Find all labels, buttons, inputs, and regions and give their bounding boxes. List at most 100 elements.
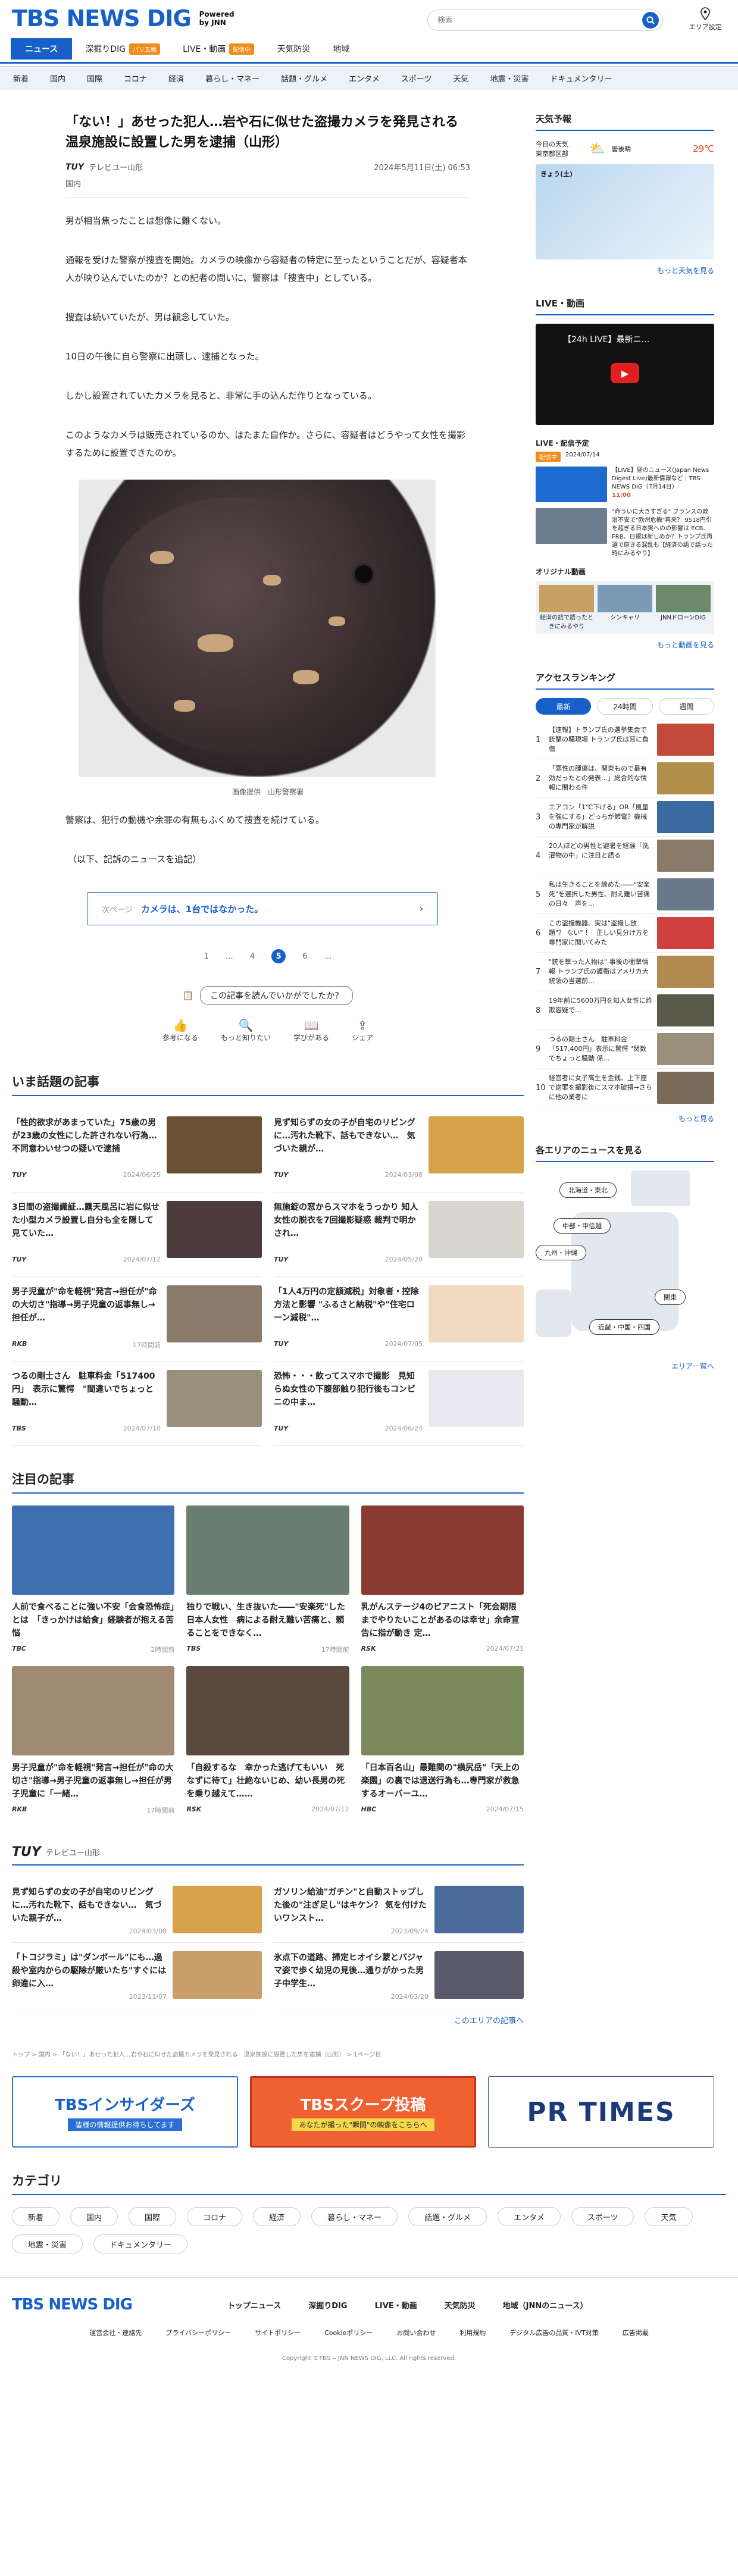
original-video[interactable]: シンキャリ — [598, 585, 652, 630]
footer-link[interactable]: 利用規約 — [459, 2328, 486, 2337]
category-chip[interactable]: エンタメ — [498, 2207, 561, 2226]
tab-weather[interactable]: 天気防災 — [267, 38, 320, 60]
region-button[interactable]: 北海道・東北 — [559, 1182, 617, 1198]
page-link[interactable]: 1 — [204, 952, 209, 961]
ranking-item[interactable]: 2 「悪性の腫瘍は、関東もので最有効だったとの発表…」総合的な情報に関わる件 — [536, 759, 714, 798]
site-logo[interactable]: TBS NEWS DIG — [12, 5, 192, 32]
category-chip[interactable]: 新着 — [12, 2207, 60, 2226]
weather-more-link[interactable]: もっと天気を見る — [536, 265, 714, 276]
local-article-card[interactable]: ガソリン給油"ガチン"と自動ストップした後の"注ぎ足し"はキケン？ 気を付けたい… — [274, 1877, 524, 1943]
learned-button[interactable]: 📖 学びがある — [293, 1018, 329, 1043]
original-video[interactable]: JNNドローンDIG — [656, 585, 711, 630]
category-link[interactable]: 話題・グルメ — [281, 73, 327, 84]
footer-nav-link[interactable]: トップニュース — [227, 2299, 281, 2311]
want-more-button[interactable]: 🔍 もっと知りたい — [221, 1018, 271, 1043]
page-link[interactable]: 4 — [250, 952, 255, 961]
category-chip[interactable]: 国際 — [129, 2207, 177, 2226]
ranking-item[interactable]: 7 "銃を撃った人物は" 事後の衝撃情報 トランプ氏の護衛はアメリカ大統領の当選前… — [536, 953, 714, 991]
ranking-item[interactable]: 10 経営者に女子高生を金銭、上下座で謝罪を撮影後にスマホ破損→さらに他の業者に — [536, 1069, 714, 1107]
ranking-item[interactable]: 5 私は生きることを諦めた――"安楽死"を選択した男性、耐え難い苦痛の日々 声を… — [536, 875, 714, 914]
live-video-player[interactable]: 【24h LIVE】最新ニ… ▶ — [536, 324, 714, 425]
footer-nav-link[interactable]: LIVE・動画 — [375, 2299, 417, 2311]
region-button[interactable]: 九州・沖縄 — [536, 1245, 586, 1260]
insiders-banner[interactable]: TBSインサイダーズ 皆様の情報提供お待ちしてます — [12, 2076, 238, 2148]
ranking-item[interactable]: 4 20人ほどの男性と避暑を経験「洗濯物の中」に注目と語る — [536, 837, 714, 875]
search-button[interactable] — [642, 12, 659, 29]
notable-article-card[interactable]: 「日本百名山」最難関の"横尻岳"「天上の楽園」の裏では退送行為も…専門家が救急す… — [361, 1666, 524, 1815]
category-chip[interactable]: 国内 — [70, 2207, 118, 2226]
areas-more-link[interactable]: エリア一覧へ — [536, 1361, 714, 1371]
weather-map[interactable]: きょう(土) — [536, 164, 714, 259]
category-link[interactable]: 地震・災害 — [490, 73, 529, 84]
original-video[interactable]: 経済の詰で語ったときにみるやり — [539, 585, 594, 630]
category-link[interactable]: スポーツ — [401, 73, 432, 84]
footer-nav-link[interactable]: 地域（JNNのニュース） — [503, 2299, 588, 2311]
hot-article-card[interactable]: 「性的欲求があまっていた」75歳の男が23歳の女性にした許されない行為…不同意わ… — [12, 1108, 262, 1192]
notable-article-card[interactable]: 独りで戦い、生き抜いた――"安楽死"した日本人女性 病による耐え難い苦痛と、頼る… — [186, 1505, 349, 1654]
helpful-button[interactable]: 👍 参考になる — [162, 1018, 198, 1043]
notable-article-card[interactable]: 男子児童が"命を軽視"発言→担任が"命の大切さ"指導→男子児童の返事無し→担任が… — [12, 1666, 175, 1815]
hot-article-card[interactable]: 「1人4万円の定額減税」対象者・控除方法と影響 "ふるさと納税"や"住宅ローン減… — [274, 1277, 524, 1361]
category-chip[interactable]: 暮らし・マネー — [311, 2207, 398, 2226]
hot-article-card[interactable]: 恐怖・・・飲ってスマホで撮影 見知らぬ女性の下腹部触り犯行後もコンビニの中ま… T… — [274, 1361, 524, 1446]
category-link[interactable]: エンタメ — [349, 73, 380, 84]
category-link[interactable]: 経済 — [168, 73, 184, 84]
footer-link[interactable]: デジタル広告の品質・IVT対策 — [509, 2328, 598, 2337]
category-chip[interactable]: スポーツ — [571, 2207, 634, 2226]
ranking-item[interactable]: 6 この盗撮機器、実は"盗撮し放題"？ ない" ! 正しい見分け方を専門家に聞いて… — [536, 914, 714, 953]
hot-article-card[interactable]: 見ず知らずの女の子が自宅のリビングに…汚れた靴下、話もできない… 気づいた親が…… — [274, 1108, 524, 1192]
category-link[interactable]: コロナ — [124, 73, 147, 84]
category-chip[interactable]: 地震・災害 — [12, 2234, 83, 2253]
footer-logo[interactable]: TBS NEWS DIG — [12, 2296, 133, 2314]
footer-link[interactable]: お問い合わせ — [396, 2328, 436, 2337]
notable-article-card[interactable]: 「自殺するな 幸かった逃げてもいい 死なずに待て」壮絶ないじめ、幼い長男の死を乗… — [186, 1666, 349, 1815]
local-article-card[interactable]: 氷点下の道路、掃定ヒオイシ蒙とバジャマ姿で歩く幼児の見後…通りがかった男子中学生… — [274, 1943, 524, 2008]
article-source[interactable]: テレビユー山形 — [89, 161, 143, 173]
page-current[interactable]: 5 — [271, 949, 286, 963]
category-chip[interactable]: コロナ — [187, 2207, 243, 2226]
category-link[interactable]: ドキュメンタリー — [551, 73, 612, 84]
category-chip[interactable]: 話題・グルメ — [408, 2207, 487, 2226]
hot-article-card[interactable]: 無施錠の窓からスマホをうっかり 知人女性の脱衣を7回撮影疑惑 裁判で明かされ… T… — [274, 1192, 524, 1277]
ranking-tab-24h[interactable]: 24時間 — [597, 698, 653, 715]
category-link[interactable]: 国内 — [50, 73, 65, 84]
ranking-more-link[interactable]: もっと見る — [536, 1113, 714, 1123]
tab-dig[interactable]: 深掘りDIG パリ五輪 — [76, 38, 170, 60]
ranking-tab-weekly[interactable]: 週間 — [658, 698, 714, 715]
notable-article-card[interactable]: 乳がんステージ4のピアニスト「死会期限までやりたいことがあるのは幸せ」余命宣告に… — [361, 1505, 524, 1654]
region-button[interactable]: 近畿・中国・四国 — [589, 1319, 659, 1335]
ranking-item[interactable]: 8 19年前に5600万円を知人女性に詐欺容疑で… — [536, 991, 714, 1030]
videos-more-link[interactable]: もっと動画を見る — [536, 640, 714, 650]
next-page-link[interactable]: 次ページ カメラは、1台ではなかった。 › — [87, 892, 438, 925]
footer-link[interactable]: プライバシーポリシー — [165, 2328, 231, 2337]
ranking-item[interactable]: 9 つるの剛士さん 駐車料金「517,400円」表示に驚愕 "関数でちょっと騒動 … — [536, 1030, 714, 1069]
region-button[interactable]: 関東 — [655, 1289, 686, 1305]
ranking-item[interactable]: 3 エアコン「1℃下げる」OR「風量を強にする」どっちが節電？機械の専門家が解説 — [536, 798, 714, 837]
notable-article-card[interactable]: 人前で食べることに強い不安「会食恐怖症」とは 「きっかけは給食」経験者が抱える苦… — [12, 1505, 175, 1654]
scoop-banner[interactable]: TBSスクープ投稿 あなたが撮った"瞬間"の映像をこちらへ — [250, 2076, 476, 2148]
live-item[interactable]: 【LIVE】昼のニュース(Japan News Digest Live)最新情報… — [536, 467, 714, 502]
share-button[interactable]: ⇪ シェア — [352, 1018, 373, 1043]
local-more-link[interactable]: このエリアの記事へ — [12, 2014, 524, 2026]
hot-article-card[interactable]: 3日間の盗撮識証…露天風呂に岩に似せた小型カメラ設置し自分も全を隠して見ていた…… — [12, 1192, 262, 1277]
search-input[interactable] — [437, 15, 642, 25]
breadcrumb[interactable]: トップ > 国内 > 「ない！」あせった犯人…岩や石に似せた盗撮カメラを発見され… — [0, 2049, 738, 2058]
search-bar[interactable] — [427, 10, 663, 31]
footer-nav-link[interactable]: 天気防災 — [445, 2299, 476, 2311]
footer-nav-link[interactable]: 深掘りDIG — [308, 2299, 347, 2311]
footer-link[interactable]: 運営会社・連絡先 — [89, 2328, 142, 2337]
hot-article-card[interactable]: つるの剛士さん 駐車料金「517400円」 表示に驚愕 "間違いでちょっと騒動…… — [12, 1361, 262, 1446]
hot-article-card[interactable]: 男子児童が"命を軽視"発言→担任が"命の大切さ"指導→男子児童の返事無し→担任が… — [12, 1277, 262, 1361]
local-article-card[interactable]: 見ず知らずの女の子が自宅のリビングに…汚れた靴下、話もできない… 気づいた親子が… — [12, 1877, 262, 1943]
region-button[interactable]: 中部・甲信越 — [554, 1218, 611, 1234]
tab-area[interactable]: 地域 — [323, 38, 359, 60]
category-chip[interactable]: ドキュメンタリー — [93, 2234, 188, 2253]
footer-link[interactable]: 広告掲載 — [623, 2328, 649, 2337]
category-link[interactable]: 天気 — [453, 73, 468, 84]
area-setting-button[interactable]: エリア設定 — [684, 7, 726, 32]
ranking-tab-latest[interactable]: 最新 — [536, 698, 592, 715]
tab-news[interactable]: ニュース — [11, 38, 73, 60]
weather-summary[interactable]: 今日の天気 東京都区部 ⛅ 曇後晴 29℃ — [536, 139, 714, 158]
tab-live[interactable]: LIVE・動画 配信中 — [173, 38, 264, 60]
category-chip[interactable]: 天気 — [645, 2207, 693, 2226]
